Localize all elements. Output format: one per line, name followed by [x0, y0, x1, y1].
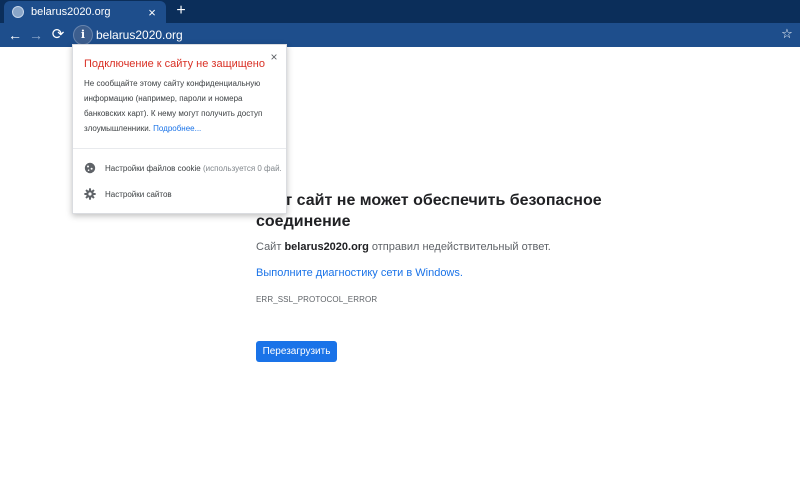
popup-body: Не сообщайте этому сайту конфиденциальну…	[84, 76, 280, 136]
desc-suffix: отправил недействительный ответ.	[371, 241, 551, 253]
tab-close-icon[interactable]: ×	[146, 6, 158, 19]
diagnostics-link[interactable]: Выполните диагностику сети в Windows.	[256, 267, 463, 279]
learn-more-link[interactable]: Подробнее...	[153, 124, 201, 133]
reload-page-button[interactable]: Перезагрузить	[256, 341, 337, 362]
address-bar[interactable]: i belarus2020.org	[73, 25, 778, 45]
info-icon[interactable]: i	[73, 25, 93, 45]
popup-title: Подключение к сайту не защищено	[84, 58, 265, 70]
error-code: ERR_SSL_PROTOCOL_ERROR	[256, 295, 378, 304]
tab-belarus2020[interactable]: belarus2020.org ×	[4, 1, 166, 23]
new-tab-button[interactable]: +	[174, 3, 188, 19]
popup-divider	[73, 148, 286, 149]
cookie-count-hint: (используется 0 фай.	[203, 163, 282, 173]
reload-button[interactable]: ⟳	[49, 26, 67, 44]
error-description: Сайт belarus2020.org отправил недействит…	[256, 241, 551, 253]
url-text[interactable]: belarus2020.org	[96, 28, 183, 42]
cookie-icon	[84, 162, 96, 174]
cookie-settings-label: Настройки файлов cookie	[105, 163, 201, 173]
site-settings-label: Настройки сайтов	[105, 189, 172, 199]
star-icon[interactable]: ☆	[779, 26, 795, 42]
cookie-settings-item[interactable]: Настройки файлов cookie (используется 0 …	[84, 161, 282, 175]
gear-icon	[84, 188, 96, 200]
site-info-popup: Подключение к сайту не защищено × Не соо…	[72, 44, 287, 214]
forward-button[interactable]: →	[27, 26, 45, 44]
error-title: Этот сайт не может обеспечить безопасное…	[256, 192, 602, 230]
site-settings-item[interactable]: Настройки сайтов	[84, 187, 172, 201]
desc-prefix: Сайт	[256, 241, 282, 253]
back-button[interactable]: ←	[6, 26, 24, 44]
desc-site: belarus2020.org	[284, 241, 369, 253]
globe-icon	[12, 6, 24, 18]
tab-title: belarus2020.org	[31, 6, 111, 18]
tab-strip: belarus2020.org × +	[0, 0, 800, 23]
close-icon[interactable]: ×	[268, 50, 280, 64]
